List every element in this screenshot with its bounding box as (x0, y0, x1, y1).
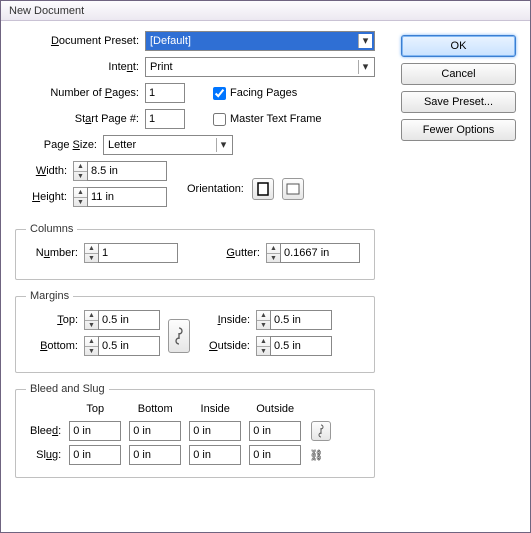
bleed-outside-input[interactable]: 0 in (249, 421, 301, 441)
bleed-slug-group: Bleed and Slug Top Bottom Inside Outside… (15, 383, 375, 478)
spinner[interactable]: ▲▼ (73, 161, 87, 181)
ok-button[interactable]: OK (401, 35, 516, 57)
chain-link-icon (174, 327, 184, 345)
window-title: New Document (9, 5, 84, 17)
master-text-frame-checkbox[interactable]: Master Text Frame (213, 113, 322, 126)
height-input[interactable]: ▲▼ 11 in (73, 187, 167, 207)
width-label: Width: (15, 165, 73, 177)
margin-bottom-input[interactable]: ▲▼ 0.5 in (84, 336, 160, 356)
margin-top-label: Top: (26, 314, 84, 326)
spinner[interactable]: ▲▼ (73, 187, 87, 207)
columns-number-label: Number: (26, 247, 84, 259)
chevron-down-icon: ▾ (216, 138, 230, 152)
start-page-label: Start Page #: (15, 113, 145, 125)
save-preset-button[interactable]: Save Preset... (401, 91, 516, 113)
margin-inside-label: Inside: (198, 314, 256, 326)
col-bottom: Bottom (125, 403, 185, 419)
margin-outside-input[interactable]: ▲▼ 0.5 in (256, 336, 332, 356)
col-top: Top (65, 403, 125, 419)
height-label: Height: (15, 191, 73, 203)
col-outside: Outside (245, 403, 305, 419)
margin-top-input[interactable]: ▲▼ 0.5 in (84, 310, 160, 330)
link-bleed-button[interactable] (311, 421, 331, 441)
start-page-input[interactable]: 1 (145, 109, 185, 129)
margin-bottom-label: Bottom: (26, 340, 84, 352)
slug-bottom-input[interactable]: 0 in (129, 445, 181, 465)
col-inside: Inside (185, 403, 245, 419)
gutter-label: Gutter: (208, 247, 266, 259)
link-slug-icon[interactable]: ⛓ (309, 450, 323, 462)
bleed-slug-legend: Bleed and Slug (26, 383, 109, 395)
new-document-dialog: New Document OK Cancel Save Preset... Fe… (0, 0, 531, 533)
columns-number-input[interactable]: ▲▼ 1 (84, 243, 178, 263)
document-preset-select[interactable]: [Default] ▾ (145, 31, 375, 51)
titlebar: New Document (1, 1, 530, 21)
columns-group: Columns Number: ▲▼ 1 Gutter: ▲▼ 0.1667 (15, 223, 375, 280)
slug-inside-input[interactable]: 0 in (189, 445, 241, 465)
portrait-icon (257, 182, 269, 196)
fewer-options-button[interactable]: Fewer Options (401, 119, 516, 141)
bleed-bottom-input[interactable]: 0 in (129, 421, 181, 441)
bleed-slug-table: Top Bottom Inside Outside Bleed: 0 in 0 … (26, 403, 335, 467)
dialog-buttons: OK Cancel Save Preset... Fewer Options (401, 35, 516, 141)
margins-legend: Margins (26, 290, 73, 302)
facing-pages-checkbox[interactable]: Facing Pages (213, 87, 297, 100)
intent-select[interactable]: Print ▾ (145, 57, 375, 77)
orientation-label: Orientation: (187, 183, 244, 195)
intent-label: Intent: (15, 61, 145, 73)
columns-legend: Columns (26, 223, 77, 235)
margins-group: Margins Top: ▲▼ 0.5 in Bottom: (15, 290, 375, 373)
chevron-down-icon: ▾ (358, 60, 372, 74)
bleed-inside-input[interactable]: 0 in (189, 421, 241, 441)
page-size-label: Page Size: (15, 139, 103, 151)
link-margins-button[interactable] (168, 319, 190, 353)
landscape-icon (286, 183, 300, 195)
page-size-select[interactable]: Letter ▾ (103, 135, 233, 155)
margin-outside-label: Outside: (198, 340, 256, 352)
margin-inside-input[interactable]: ▲▼ 0.5 in (256, 310, 332, 330)
cancel-button[interactable]: Cancel (401, 63, 516, 85)
orientation-portrait-button[interactable] (252, 178, 274, 200)
chain-link-icon (317, 424, 325, 438)
width-input[interactable]: ▲▼ 8.5 in (73, 161, 167, 181)
slug-row-label: Slug: (26, 443, 65, 467)
bleed-top-input[interactable]: 0 in (69, 421, 121, 441)
slug-outside-input[interactable]: 0 in (249, 445, 301, 465)
bleed-row-label: Bleed: (26, 419, 65, 443)
number-of-pages-input[interactable]: 1 (145, 83, 185, 103)
slug-top-input[interactable]: 0 in (69, 445, 121, 465)
document-preset-label: Document Preset: (15, 35, 145, 47)
orientation-landscape-button[interactable] (282, 178, 304, 200)
chevron-down-icon: ▾ (358, 34, 372, 48)
number-of-pages-label: Number of Pages: (15, 87, 145, 99)
gutter-input[interactable]: ▲▼ 0.1667 in (266, 243, 360, 263)
